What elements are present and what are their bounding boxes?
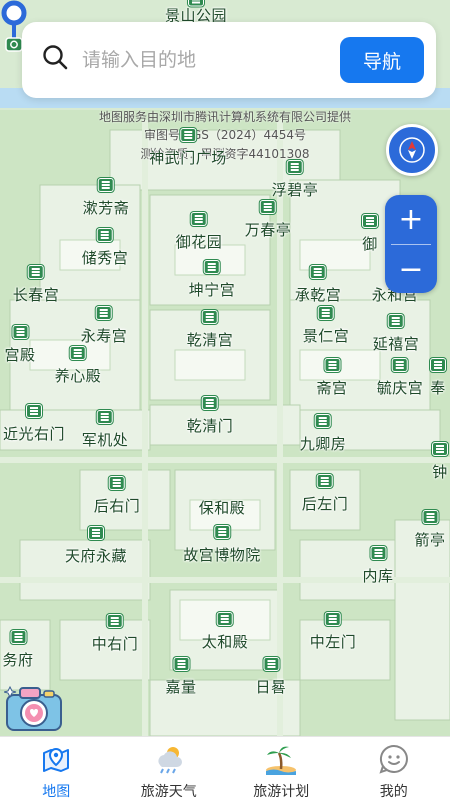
search-bar: 导航: [22, 22, 436, 98]
poi-zhong[interactable]: 钟: [432, 442, 448, 482]
tab-profile-label: 我的: [380, 781, 408, 801]
tab-travel-plan-label: 旅游计划: [253, 781, 309, 801]
poi-kunninggong[interactable]: 坤宁宫: [189, 260, 236, 300]
poi-junjichu[interactable]: 军机处: [82, 410, 129, 450]
poi-jingrengong[interactable]: 景仁宫: [303, 306, 350, 346]
zoom-in-button[interactable]: +: [385, 195, 437, 244]
weather-icon: [152, 743, 186, 775]
zoom-out-button[interactable]: −: [385, 245, 437, 293]
search-icon[interactable]: [42, 44, 68, 70]
poi-taihedian[interactable]: 太和殿: [202, 612, 249, 652]
poi-yangxindian[interactable]: 养心殿: [55, 346, 102, 386]
poi-wufu[interactable]: 务府: [2, 630, 33, 670]
poi-shufangzhai[interactable]: 漱芳斋: [83, 178, 130, 218]
poi-chuxiugong[interactable]: 储秀宫: [82, 228, 129, 268]
map-credit-line1: 地图服务由深圳市腾讯计算机系统有限公司提供: [0, 108, 450, 125]
destination-search-input[interactable]: [80, 40, 334, 80]
poi-yanxigong[interactable]: 延禧宫: [373, 314, 420, 354]
poi-qianqingmen[interactable]: 乾清门: [187, 396, 234, 436]
map-view[interactable]: 地图服务由深圳市腾讯计算机系统有限公司提供 审图号：GS（2024）4454号 …: [0, 0, 450, 736]
poi-baohedian[interactable]: 保和殿: [199, 478, 246, 518]
poi-jialiang[interactable]: 嘉量: [165, 657, 196, 697]
poi-gugong[interactable]: 故宫博物院: [183, 525, 261, 565]
tab-travel-plan[interactable]: 旅游计划: [225, 737, 338, 801]
compass-button[interactable]: [386, 124, 438, 176]
camera-icon[interactable]: [4, 683, 64, 733]
poi-yongshougong[interactable]: 永寿宫: [81, 306, 128, 346]
navigate-button[interactable]: 导航: [340, 37, 424, 83]
tab-map[interactable]: 地图: [0, 737, 113, 801]
poi-houyoumen[interactable]: 后右门: [94, 476, 141, 516]
tab-profile[interactable]: 我的: [338, 737, 450, 801]
poi-yu-right[interactable]: 御: [362, 214, 378, 254]
poi-jiuqingfang[interactable]: 九卿房: [300, 414, 347, 454]
poi-feng[interactable]: 奉: [430, 358, 446, 398]
poi-zhongzuomen[interactable]: 中左门: [310, 612, 357, 652]
compass-icon: [397, 135, 427, 165]
poi-zhaigong[interactable]: 斋宫: [316, 358, 347, 398]
poi-neiku[interactable]: 内库: [362, 546, 393, 586]
poi-fubiting[interactable]: 浮碧亭: [272, 160, 319, 200]
poi-changchungong[interactable]: 长春宫: [13, 265, 60, 305]
poi-zhongyoumen[interactable]: 中右门: [92, 614, 139, 654]
map-pin-icon: [40, 743, 72, 775]
tab-weather-label: 旅游天气: [141, 781, 197, 801]
bottom-tab-bar: 地图 旅游天气 旅游计划: [0, 736, 450, 801]
poi-jianting[interactable]: 箭亭: [414, 510, 445, 550]
poi-rigui[interactable]: 日晷: [255, 657, 286, 697]
tab-weather[interactable]: 旅游天气: [113, 737, 226, 801]
island-icon: [264, 743, 298, 775]
poi-shenwumen[interactable]: 神武门广场: [149, 128, 227, 168]
poi-chengqiangong[interactable]: 承乾宫: [295, 265, 342, 305]
poi-yuhuayuan[interactable]: 御花园: [176, 212, 223, 252]
tab-map-label: 地图: [42, 781, 70, 801]
poi-tianfuyongcang[interactable]: 天府永藏: [65, 526, 127, 566]
poi-jinguangyoumen[interactable]: 近光右门: [3, 404, 65, 444]
zoom-control: + −: [385, 195, 437, 293]
poi-qianqinggong[interactable]: 乾清宫: [187, 310, 234, 350]
poi-wanchunting[interactable]: 万春亭: [245, 200, 292, 240]
profile-icon: [378, 743, 410, 775]
poi-yuqinggong[interactable]: 毓庆宫: [377, 358, 424, 398]
poi-houzuomen[interactable]: 后左门: [302, 474, 349, 514]
poi-gongdian[interactable]: 宫殿: [4, 325, 35, 365]
